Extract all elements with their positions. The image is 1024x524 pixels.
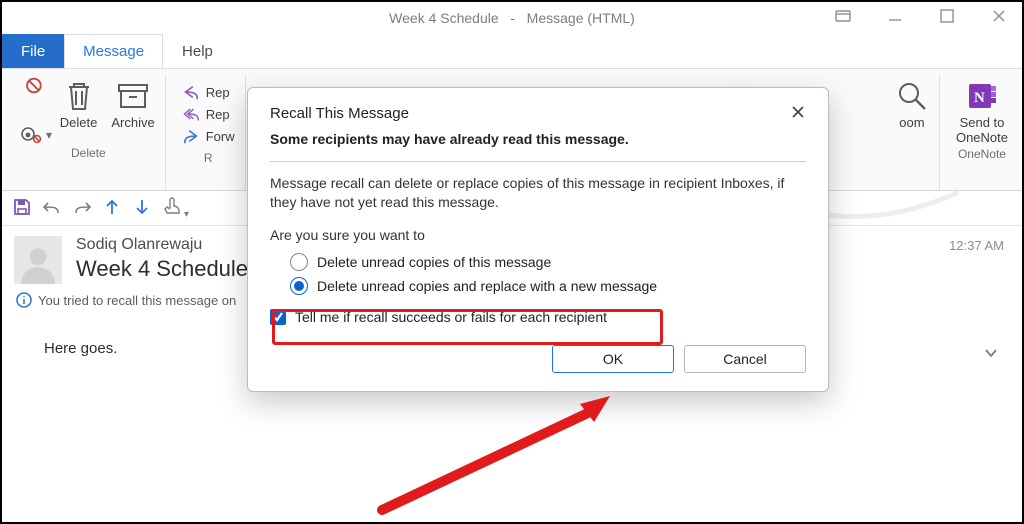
- checkbox-tell-me-label: Tell me if recall succeeds or fails for …: [295, 309, 607, 325]
- radio-delete-and-replace[interactable]: Delete unread copies and replace with a …: [290, 277, 806, 295]
- checkbox-tell-me[interactable]: Tell me if recall succeeds or fails for …: [270, 309, 806, 325]
- check-icon: [270, 309, 286, 325]
- dialog-title: Recall This Message: [270, 105, 409, 122]
- radio-delete-unread[interactable]: Delete unread copies of this message: [290, 253, 806, 271]
- dialog-prompt: Are you sure you want to: [270, 226, 806, 245]
- cancel-button[interactable]: Cancel: [684, 345, 806, 373]
- dialog-heading: Some recipients may have already read th…: [270, 131, 806, 147]
- radio-delete-unread-label: Delete unread copies of this message: [317, 254, 551, 270]
- dialog-close-button[interactable]: [790, 104, 806, 123]
- dialog-explain: Message recall can delete or replace cop…: [270, 174, 806, 212]
- ok-button[interactable]: OK: [552, 345, 674, 373]
- recall-dialog: Recall This Message Some recipients may …: [247, 87, 829, 392]
- radio-delete-and-replace-label: Delete unread copies and replace with a …: [317, 278, 657, 294]
